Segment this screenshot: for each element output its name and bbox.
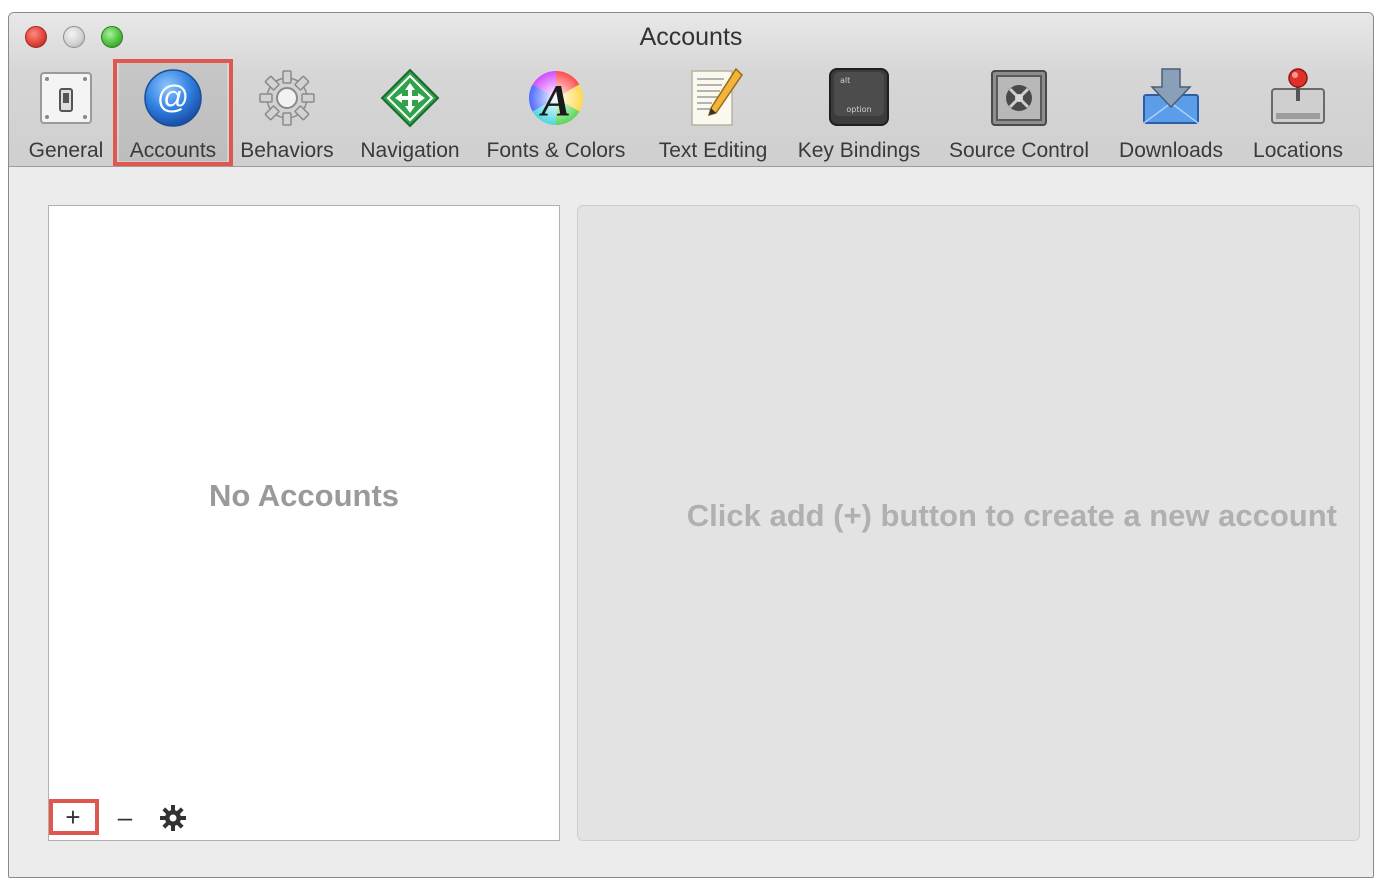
general-switch-icon bbox=[40, 72, 92, 124]
gear-icon bbox=[259, 70, 315, 126]
text-editing-icon bbox=[691, 67, 743, 126]
title-bar: Accounts General @ Accounts Behaviors Na… bbox=[9, 13, 1373, 167]
toolbar-label-general: General bbox=[28, 139, 104, 162]
toolbar-label-text-editing: Text Editing bbox=[658, 139, 768, 162]
gear-icon bbox=[160, 805, 186, 831]
preferences-window: Accounts General @ Accounts Behaviors Na… bbox=[8, 12, 1374, 878]
toolbar-item-downloads[interactable]: Downloads bbox=[1109, 61, 1233, 162]
toolbar-label-source-control: Source Control bbox=[948, 139, 1090, 162]
add-button-highlight-box bbox=[49, 799, 99, 835]
toolbar-label-fonts-colors: Fonts & Colors bbox=[486, 139, 626, 162]
toolbar-label-key-bindings: Key Bindings bbox=[797, 139, 921, 162]
add-account-hint: Click add (+) button to create a new acc… bbox=[686, 498, 1337, 533]
account-options-button[interactable] bbox=[155, 802, 191, 832]
source-control-vault-icon bbox=[991, 70, 1047, 126]
window-title: Accounts bbox=[639, 23, 743, 51]
toolbar-item-navigation[interactable]: Navigation bbox=[351, 61, 469, 162]
remove-account-button[interactable]: – bbox=[107, 802, 143, 832]
downloads-icon bbox=[1143, 68, 1199, 124]
toolbar-label-downloads: Downloads bbox=[1119, 139, 1223, 162]
toolbar-item-source-control[interactable]: Source Control bbox=[939, 61, 1099, 162]
toolbar-item-behaviors[interactable]: Behaviors bbox=[233, 61, 341, 162]
toolbar-item-locations[interactable]: Locations bbox=[1241, 61, 1355, 162]
accounts-list[interactable]: No Accounts + – bbox=[48, 205, 560, 841]
no-accounts-label: No Accounts bbox=[208, 478, 400, 513]
toolbar-item-general[interactable]: General bbox=[21, 61, 111, 162]
toolbar-label-locations: Locations bbox=[1253, 139, 1343, 162]
toolbar-item-key-bindings[interactable]: alt option Key Bindings bbox=[787, 61, 931, 162]
content-area: No Accounts + – Click add (+) button to … bbox=[9, 167, 1373, 877]
toolbar-item-text-editing[interactable]: Text Editing bbox=[649, 61, 777, 162]
key-icon-option-text: option bbox=[846, 105, 871, 114]
accounts-highlight-box bbox=[113, 59, 233, 166]
keyboard-key-icon: alt option bbox=[829, 68, 889, 126]
svg-text:A: A bbox=[538, 76, 570, 125]
fonts-colors-icon: A bbox=[528, 70, 584, 126]
account-detail-pane: Click add (+) button to create a new acc… bbox=[577, 205, 1360, 841]
toolbar-item-fonts-colors[interactable]: A Fonts & Colors bbox=[479, 61, 633, 162]
navigation-arrows-icon bbox=[380, 68, 440, 128]
toolbar-label-navigation: Navigation bbox=[360, 139, 460, 162]
toolbar-label-behaviors: Behaviors bbox=[240, 139, 334, 162]
key-icon-alt-text: alt bbox=[840, 76, 850, 85]
locations-drive-icon bbox=[1271, 68, 1325, 124]
